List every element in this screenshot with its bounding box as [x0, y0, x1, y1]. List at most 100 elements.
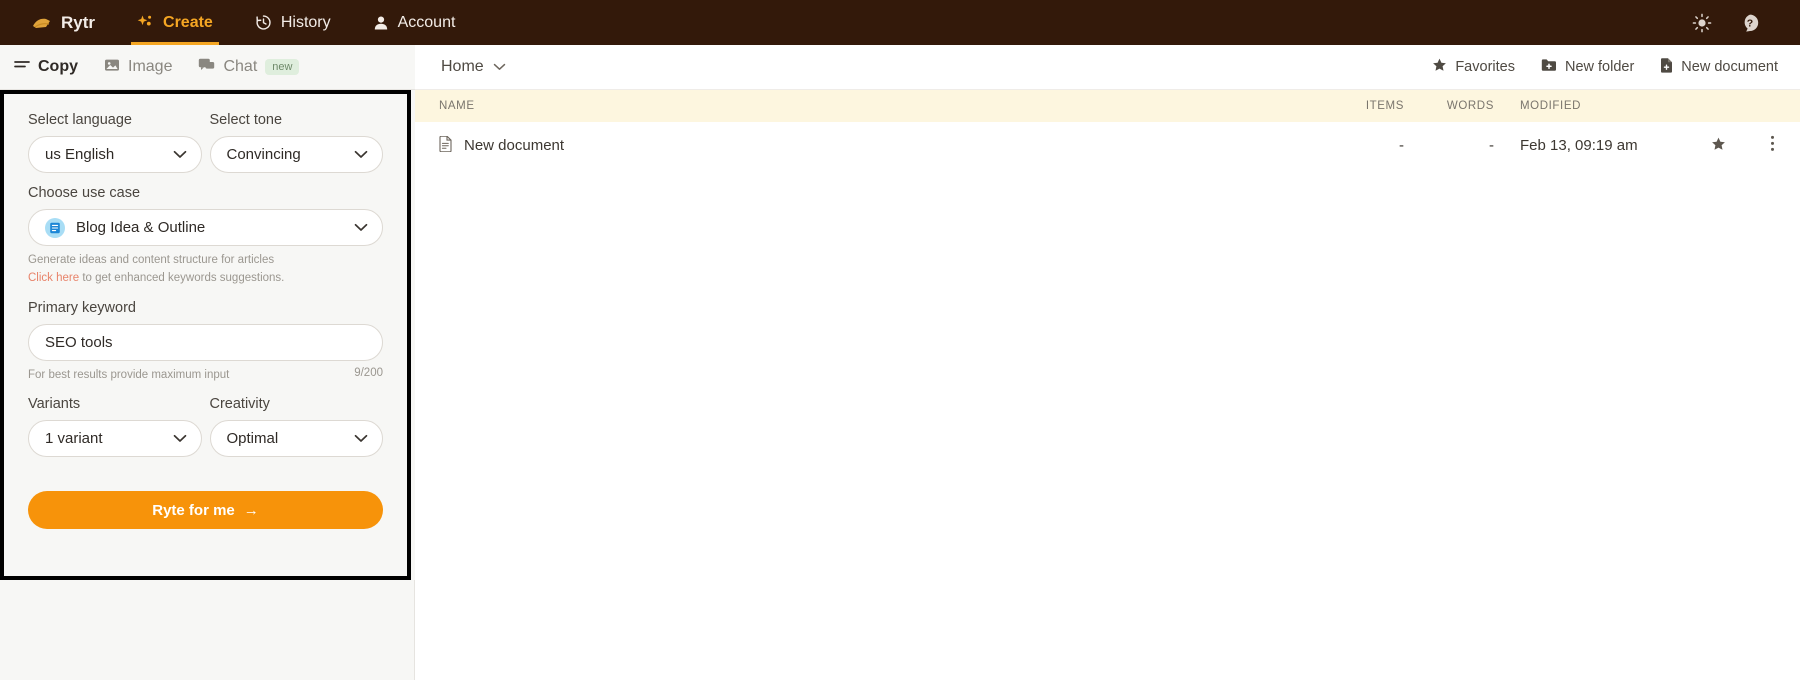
tone-value: Convincing — [226, 146, 301, 163]
svg-text:?: ? — [1747, 17, 1753, 29]
new-folder-label: New folder — [1564, 59, 1635, 75]
document-name: New document — [439, 135, 1314, 156]
tab-chat-label: Chat — [223, 58, 258, 75]
documents-table-body: New document - - Feb 13, 09:19 am — [415, 122, 1800, 169]
image-icon — [104, 58, 120, 77]
variants-value: 1 variant — [45, 430, 103, 448]
new-folder-button[interactable]: New folder — [1541, 58, 1634, 76]
chevron-down-icon — [493, 58, 506, 76]
tab-copy-label: Copy — [38, 58, 78, 75]
sparkle-icon — [137, 14, 154, 31]
primary-keyword-label: Primary keyword — [28, 299, 136, 316]
workspace-actions: Favorites New folder New document — [1432, 57, 1778, 77]
blog-outline-icon — [45, 217, 65, 238]
primary-keyword-input[interactable]: SEO tools — [28, 323, 383, 361]
use-case-label: Choose use case — [28, 185, 141, 201]
language-tone-row: Select language us English Select tone C… — [28, 112, 383, 185]
primary-keyword-field: Primary keyword SEO tools For best resul… — [28, 300, 383, 385]
rytr-logo-icon — [32, 15, 52, 31]
tab-copy[interactable]: Copy — [14, 58, 78, 76]
file-plus-icon — [1660, 57, 1673, 77]
language-value: us English — [45, 146, 115, 163]
language-label: Select language — [28, 112, 132, 128]
use-case-field: Choose use case Blog Idea & Outline Gene… — [28, 185, 383, 288]
primary-keyword-helper: For best results provide maximum input — [28, 368, 230, 381]
use-case-link-line: Click here to get enhanced keywords sugg… — [28, 270, 383, 288]
language-field: Select language us English — [28, 112, 202, 173]
person-icon — [373, 15, 389, 31]
nav-item-create-label: Create — [163, 13, 213, 31]
copy-form-panel: Select language us English Select tone C… — [0, 90, 411, 580]
ryte-for-me-button[interactable]: Ryte for me → — [28, 491, 383, 530]
workspace-panel: Home Favorites New folder New document N… — [415, 45, 1800, 680]
clock-icon — [255, 14, 272, 31]
nav-item-account[interactable]: Account — [357, 0, 472, 45]
nav-item-history[interactable]: History — [239, 0, 347, 45]
row-name-cell[interactable]: New document — [415, 122, 1322, 169]
chevron-down-icon — [354, 150, 368, 159]
star-icon — [1432, 58, 1447, 76]
table-header-row: NAME ITEMS WORDS MODIFIED — [415, 90, 1800, 122]
variants-select[interactable]: 1 variant — [28, 420, 202, 458]
top-bar-right-icons: ? — [1692, 13, 1776, 33]
left-panel: Copy Image Chat new Select language us E… — [0, 45, 415, 680]
page-body: Copy Image Chat new Select language us E… — [0, 45, 1800, 680]
tone-label: Select tone — [209, 112, 283, 128]
primary-keyword-value: SEO tools — [45, 333, 113, 351]
chat-icon — [198, 58, 215, 77]
chevron-down-icon — [173, 150, 187, 159]
creativity-field: Creativity Optimal — [209, 396, 383, 458]
primary-keyword-counter: 9/200 — [354, 366, 383, 379]
tab-chat[interactable]: Chat new — [198, 58, 300, 77]
use-case-select[interactable]: Blog Idea & Outline — [28, 209, 383, 246]
ryte-for-me-label: Ryte for me — [152, 501, 235, 519]
brightness-icon[interactable] — [1692, 13, 1712, 33]
column-header-name: NAME — [415, 90, 1322, 122]
row-items-cell: - — [1399, 137, 1404, 154]
chevron-down-icon — [354, 223, 368, 232]
language-select[interactable]: us English — [28, 136, 202, 173]
nav-item-history-label: History — [280, 13, 331, 31]
variants-label: Variants — [28, 396, 81, 413]
more-vertical-icon — [1770, 135, 1775, 156]
creativity-label: Creativity — [209, 396, 270, 413]
row-words-cell: - — [1489, 137, 1494, 154]
left-panel-filler — [0, 580, 415, 680]
keywords-suggestions-link[interactable]: Click here — [28, 272, 79, 284]
table-row[interactable]: New document - - Feb 13, 09:19 am — [415, 122, 1800, 169]
favorites-button[interactable]: Favorites — [1432, 58, 1515, 76]
column-header-favorite — [1692, 90, 1744, 122]
use-case-link-suffix: to get enhanced keywords suggestions. — [79, 271, 285, 284]
new-document-label: New document — [1681, 59, 1778, 75]
row-modified-cell: Feb 13, 09:19 am — [1520, 137, 1638, 154]
breadcrumb-label: Home — [441, 58, 484, 75]
column-header-items: ITEMS — [1322, 90, 1412, 122]
documents-table: NAME ITEMS WORDS MODIFIED New document -… — [415, 90, 1800, 169]
mode-tabs: Copy Image Chat new — [0, 45, 415, 90]
tab-image[interactable]: Image — [104, 58, 172, 77]
variants-field: Variants 1 variant — [28, 396, 202, 458]
nav-item-account-label: Account — [397, 13, 456, 31]
tab-image-label: Image — [128, 58, 173, 75]
row-favorite-toggle[interactable] — [1692, 122, 1744, 169]
chevron-down-icon — [173, 434, 187, 443]
creativity-select[interactable]: Optimal — [209, 420, 383, 458]
folder-plus-icon — [1541, 58, 1557, 76]
document-name-label: New document — [464, 137, 565, 154]
new-document-button[interactable]: New document — [1660, 57, 1778, 77]
tone-field: Select tone Convincing — [209, 112, 383, 173]
breadcrumb[interactable]: Home — [441, 58, 506, 76]
column-header-menu — [1744, 90, 1800, 122]
tone-select[interactable]: Convincing — [209, 136, 383, 173]
chevron-down-icon — [354, 434, 368, 443]
variants-creativity-row: Variants 1 variant Creativity Optimal — [28, 396, 383, 469]
nav-item-create[interactable]: Create — [121, 0, 229, 45]
nav-item-rytr-label: Rytr — [61, 12, 96, 32]
document-icon — [439, 135, 452, 156]
star-icon — [1711, 137, 1726, 155]
lines-icon — [14, 58, 30, 76]
column-header-words: WORDS — [1412, 90, 1502, 122]
nav-item-rytr[interactable]: Rytr — [24, 0, 111, 45]
row-overflow-menu[interactable] — [1744, 122, 1800, 169]
help-icon[interactable]: ? — [1740, 13, 1760, 33]
